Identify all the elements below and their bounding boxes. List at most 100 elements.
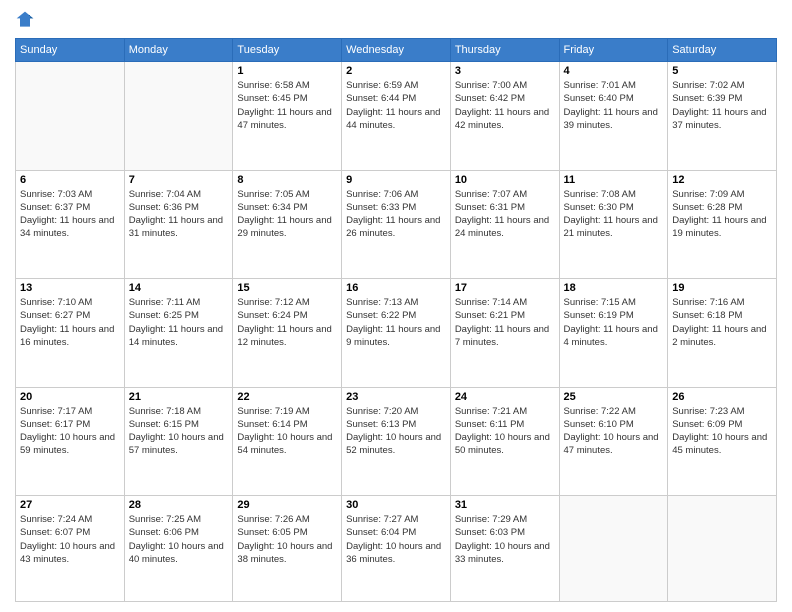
day-info: Sunrise: 7:10 AMSunset: 6:27 PMDaylight:… (20, 296, 120, 349)
day-number: 10 (455, 174, 555, 186)
day-number: 23 (346, 391, 446, 403)
day-number: 2 (346, 65, 446, 77)
day-number: 12 (672, 174, 772, 186)
day-info: Sunrise: 7:15 AMSunset: 6:19 PMDaylight:… (564, 296, 664, 349)
day-number: 13 (20, 282, 120, 294)
day-number: 27 (20, 499, 120, 511)
week-row-1: 1Sunrise: 6:58 AMSunset: 6:45 PMDaylight… (16, 62, 777, 171)
calendar-cell: 19 Sunrise: 7:16 AMSunset: 6:18 PMDayligh… (668, 279, 777, 388)
day-info: Sunrise: 7:23 AMSunset: 6:09 PMDaylight:… (672, 405, 772, 458)
day-info: Sunrise: 7:02 AMSunset: 6:39 PMDaylight:… (672, 79, 772, 132)
day-number: 30 (346, 499, 446, 511)
day-info: Sunrise: 7:25 AMSunset: 6:06 PMDaylight:… (129, 513, 229, 566)
day-info: Sunrise: 7:05 AMSunset: 6:34 PMDaylight:… (237, 188, 337, 241)
day-number: 28 (129, 499, 229, 511)
weekday-header-sunday: Sunday (16, 39, 125, 62)
calendar-cell: 2 Sunrise: 6:59 AMSunset: 6:44 PMDaylight… (342, 62, 451, 171)
day-info: Sunrise: 7:24 AMSunset: 6:07 PMDaylight:… (20, 513, 120, 566)
day-number: 4 (564, 65, 664, 77)
day-number: 14 (129, 282, 229, 294)
day-number: 5 (672, 65, 772, 77)
day-number: 15 (237, 282, 337, 294)
calendar-cell: 3Sunrise: 7:00 AMSunset: 6:42 PMDaylight… (450, 62, 559, 171)
calendar-cell (124, 62, 233, 171)
day-info: Sunrise: 7:22 AMSunset: 6:10 PMDaylight:… (564, 405, 664, 458)
day-info: Sunrise: 7:11 AMSunset: 6:25 PMDaylight:… (129, 296, 229, 349)
day-info: Sunrise: 7:12 AMSunset: 6:24 PMDaylight:… (237, 296, 337, 349)
calendar-cell: 29 Sunrise: 7:26 AMSunset: 6:05 PMDayligh… (233, 496, 342, 602)
day-number: 18 (564, 282, 664, 294)
calendar-cell: 20 Sunrise: 7:17 AMSunset: 6:17 PMDayligh… (16, 387, 125, 496)
day-number: 11 (564, 174, 664, 186)
day-info: Sunrise: 7:03 AMSunset: 6:37 PMDaylight:… (20, 188, 120, 241)
day-info: Sunrise: 7:21 AMSunset: 6:11 PMDaylight:… (455, 405, 555, 458)
day-info: Sunrise: 7:27 AMSunset: 6:04 PMDaylight:… (346, 513, 446, 566)
calendar-cell (668, 496, 777, 602)
calendar-cell: 30 Sunrise: 7:27 AMSunset: 6:04 PMDayligh… (342, 496, 451, 602)
day-number: 21 (129, 391, 229, 403)
calendar-cell: 10 Sunrise: 7:07 AMSunset: 6:31 PMDayligh… (450, 170, 559, 279)
weekday-header-row: SundayMondayTuesdayWednesdayThursdayFrid… (16, 39, 777, 62)
calendar-cell: 17Sunrise: 7:14 AMSunset: 6:21 PMDayligh… (450, 279, 559, 388)
week-row-2: 6 Sunrise: 7:03 AMSunset: 6:37 PMDaylight… (16, 170, 777, 279)
calendar-cell: 31Sunrise: 7:29 AMSunset: 6:03 PMDayligh… (450, 496, 559, 602)
calendar-cell: 23 Sunrise: 7:20 AMSunset: 6:13 PMDayligh… (342, 387, 451, 496)
day-number: 20 (20, 391, 120, 403)
calendar-cell: 4 Sunrise: 7:01 AMSunset: 6:40 PMDaylight… (559, 62, 668, 171)
calendar-cell: 11 Sunrise: 7:08 AMSunset: 6:30 PMDayligh… (559, 170, 668, 279)
calendar-cell: 12Sunrise: 7:09 AMSunset: 6:28 PMDayligh… (668, 170, 777, 279)
week-row-3: 13 Sunrise: 7:10 AMSunset: 6:27 PMDayligh… (16, 279, 777, 388)
weekday-header-saturday: Saturday (668, 39, 777, 62)
weekday-header-monday: Monday (124, 39, 233, 62)
calendar-cell: 7 Sunrise: 7:04 AMSunset: 6:36 PMDaylight… (124, 170, 233, 279)
day-info: Sunrise: 7:26 AMSunset: 6:05 PMDaylight:… (237, 513, 337, 566)
calendar-cell: 28 Sunrise: 7:25 AMSunset: 6:06 PMDayligh… (124, 496, 233, 602)
calendar-cell: 13 Sunrise: 7:10 AMSunset: 6:27 PMDayligh… (16, 279, 125, 388)
page: SundayMondayTuesdayWednesdayThursdayFrid… (0, 0, 792, 612)
logo-icon (15, 10, 35, 30)
day-info: Sunrise: 7:07 AMSunset: 6:31 PMDaylight:… (455, 188, 555, 241)
weekday-header-wednesday: Wednesday (342, 39, 451, 62)
day-info: Sunrise: 7:20 AMSunset: 6:13 PMDaylight:… (346, 405, 446, 458)
header (15, 10, 777, 30)
day-number: 6 (20, 174, 120, 186)
week-row-4: 20 Sunrise: 7:17 AMSunset: 6:17 PMDayligh… (16, 387, 777, 496)
calendar-cell (559, 496, 668, 602)
day-number: 19 (672, 282, 772, 294)
day-info: Sunrise: 7:18 AMSunset: 6:15 PMDaylight:… (129, 405, 229, 458)
calendar-cell: 21 Sunrise: 7:18 AMSunset: 6:15 PMDayligh… (124, 387, 233, 496)
calendar-cell: 14 Sunrise: 7:11 AMSunset: 6:25 PMDayligh… (124, 279, 233, 388)
day-number: 1 (237, 65, 337, 77)
day-info: Sunrise: 7:08 AMSunset: 6:30 PMDaylight:… (564, 188, 664, 241)
day-info: Sunrise: 7:17 AMSunset: 6:17 PMDaylight:… (20, 405, 120, 458)
day-number: 3 (455, 65, 555, 77)
logo (15, 10, 37, 30)
day-number: 8 (237, 174, 337, 186)
day-number: 29 (237, 499, 337, 511)
day-info: Sunrise: 7:06 AMSunset: 6:33 PMDaylight:… (346, 188, 446, 241)
day-number: 24 (455, 391, 555, 403)
calendar-cell: 9Sunrise: 7:06 AMSunset: 6:33 PMDaylight… (342, 170, 451, 279)
weekday-header-friday: Friday (559, 39, 668, 62)
calendar-cell: 18 Sunrise: 7:15 AMSunset: 6:19 PMDayligh… (559, 279, 668, 388)
calendar-cell: 24 Sunrise: 7:21 AMSunset: 6:11 PMDayligh… (450, 387, 559, 496)
day-number: 31 (455, 499, 555, 511)
calendar-cell: 5 Sunrise: 7:02 AMSunset: 6:39 PMDaylight… (668, 62, 777, 171)
day-info: Sunrise: 7:01 AMSunset: 6:40 PMDaylight:… (564, 79, 664, 132)
day-number: 7 (129, 174, 229, 186)
weekday-header-tuesday: Tuesday (233, 39, 342, 62)
calendar-table: SundayMondayTuesdayWednesdayThursdayFrid… (15, 38, 777, 602)
day-info: Sunrise: 7:04 AMSunset: 6:36 PMDaylight:… (129, 188, 229, 241)
day-number: 16 (346, 282, 446, 294)
day-info: Sunrise: 6:59 AMSunset: 6:44 PMDaylight:… (346, 79, 446, 132)
calendar-cell: 25 Sunrise: 7:22 AMSunset: 6:10 PMDayligh… (559, 387, 668, 496)
day-info: Sunrise: 7:13 AMSunset: 6:22 PMDaylight:… (346, 296, 446, 349)
day-info: Sunrise: 7:16 AMSunset: 6:18 PMDaylight:… (672, 296, 772, 349)
calendar-cell: 22Sunrise: 7:19 AMSunset: 6:14 PMDayligh… (233, 387, 342, 496)
day-info: Sunrise: 7:14 AMSunset: 6:21 PMDaylight:… (455, 296, 555, 349)
calendar-cell: 16 Sunrise: 7:13 AMSunset: 6:22 PMDayligh… (342, 279, 451, 388)
day-info: Sunrise: 7:19 AMSunset: 6:14 PMDaylight:… (237, 405, 337, 458)
day-number: 25 (564, 391, 664, 403)
calendar-cell: 1Sunrise: 6:58 AMSunset: 6:45 PMDaylight… (233, 62, 342, 171)
calendar-cell: 27 Sunrise: 7:24 AMSunset: 6:07 PMDayligh… (16, 496, 125, 602)
